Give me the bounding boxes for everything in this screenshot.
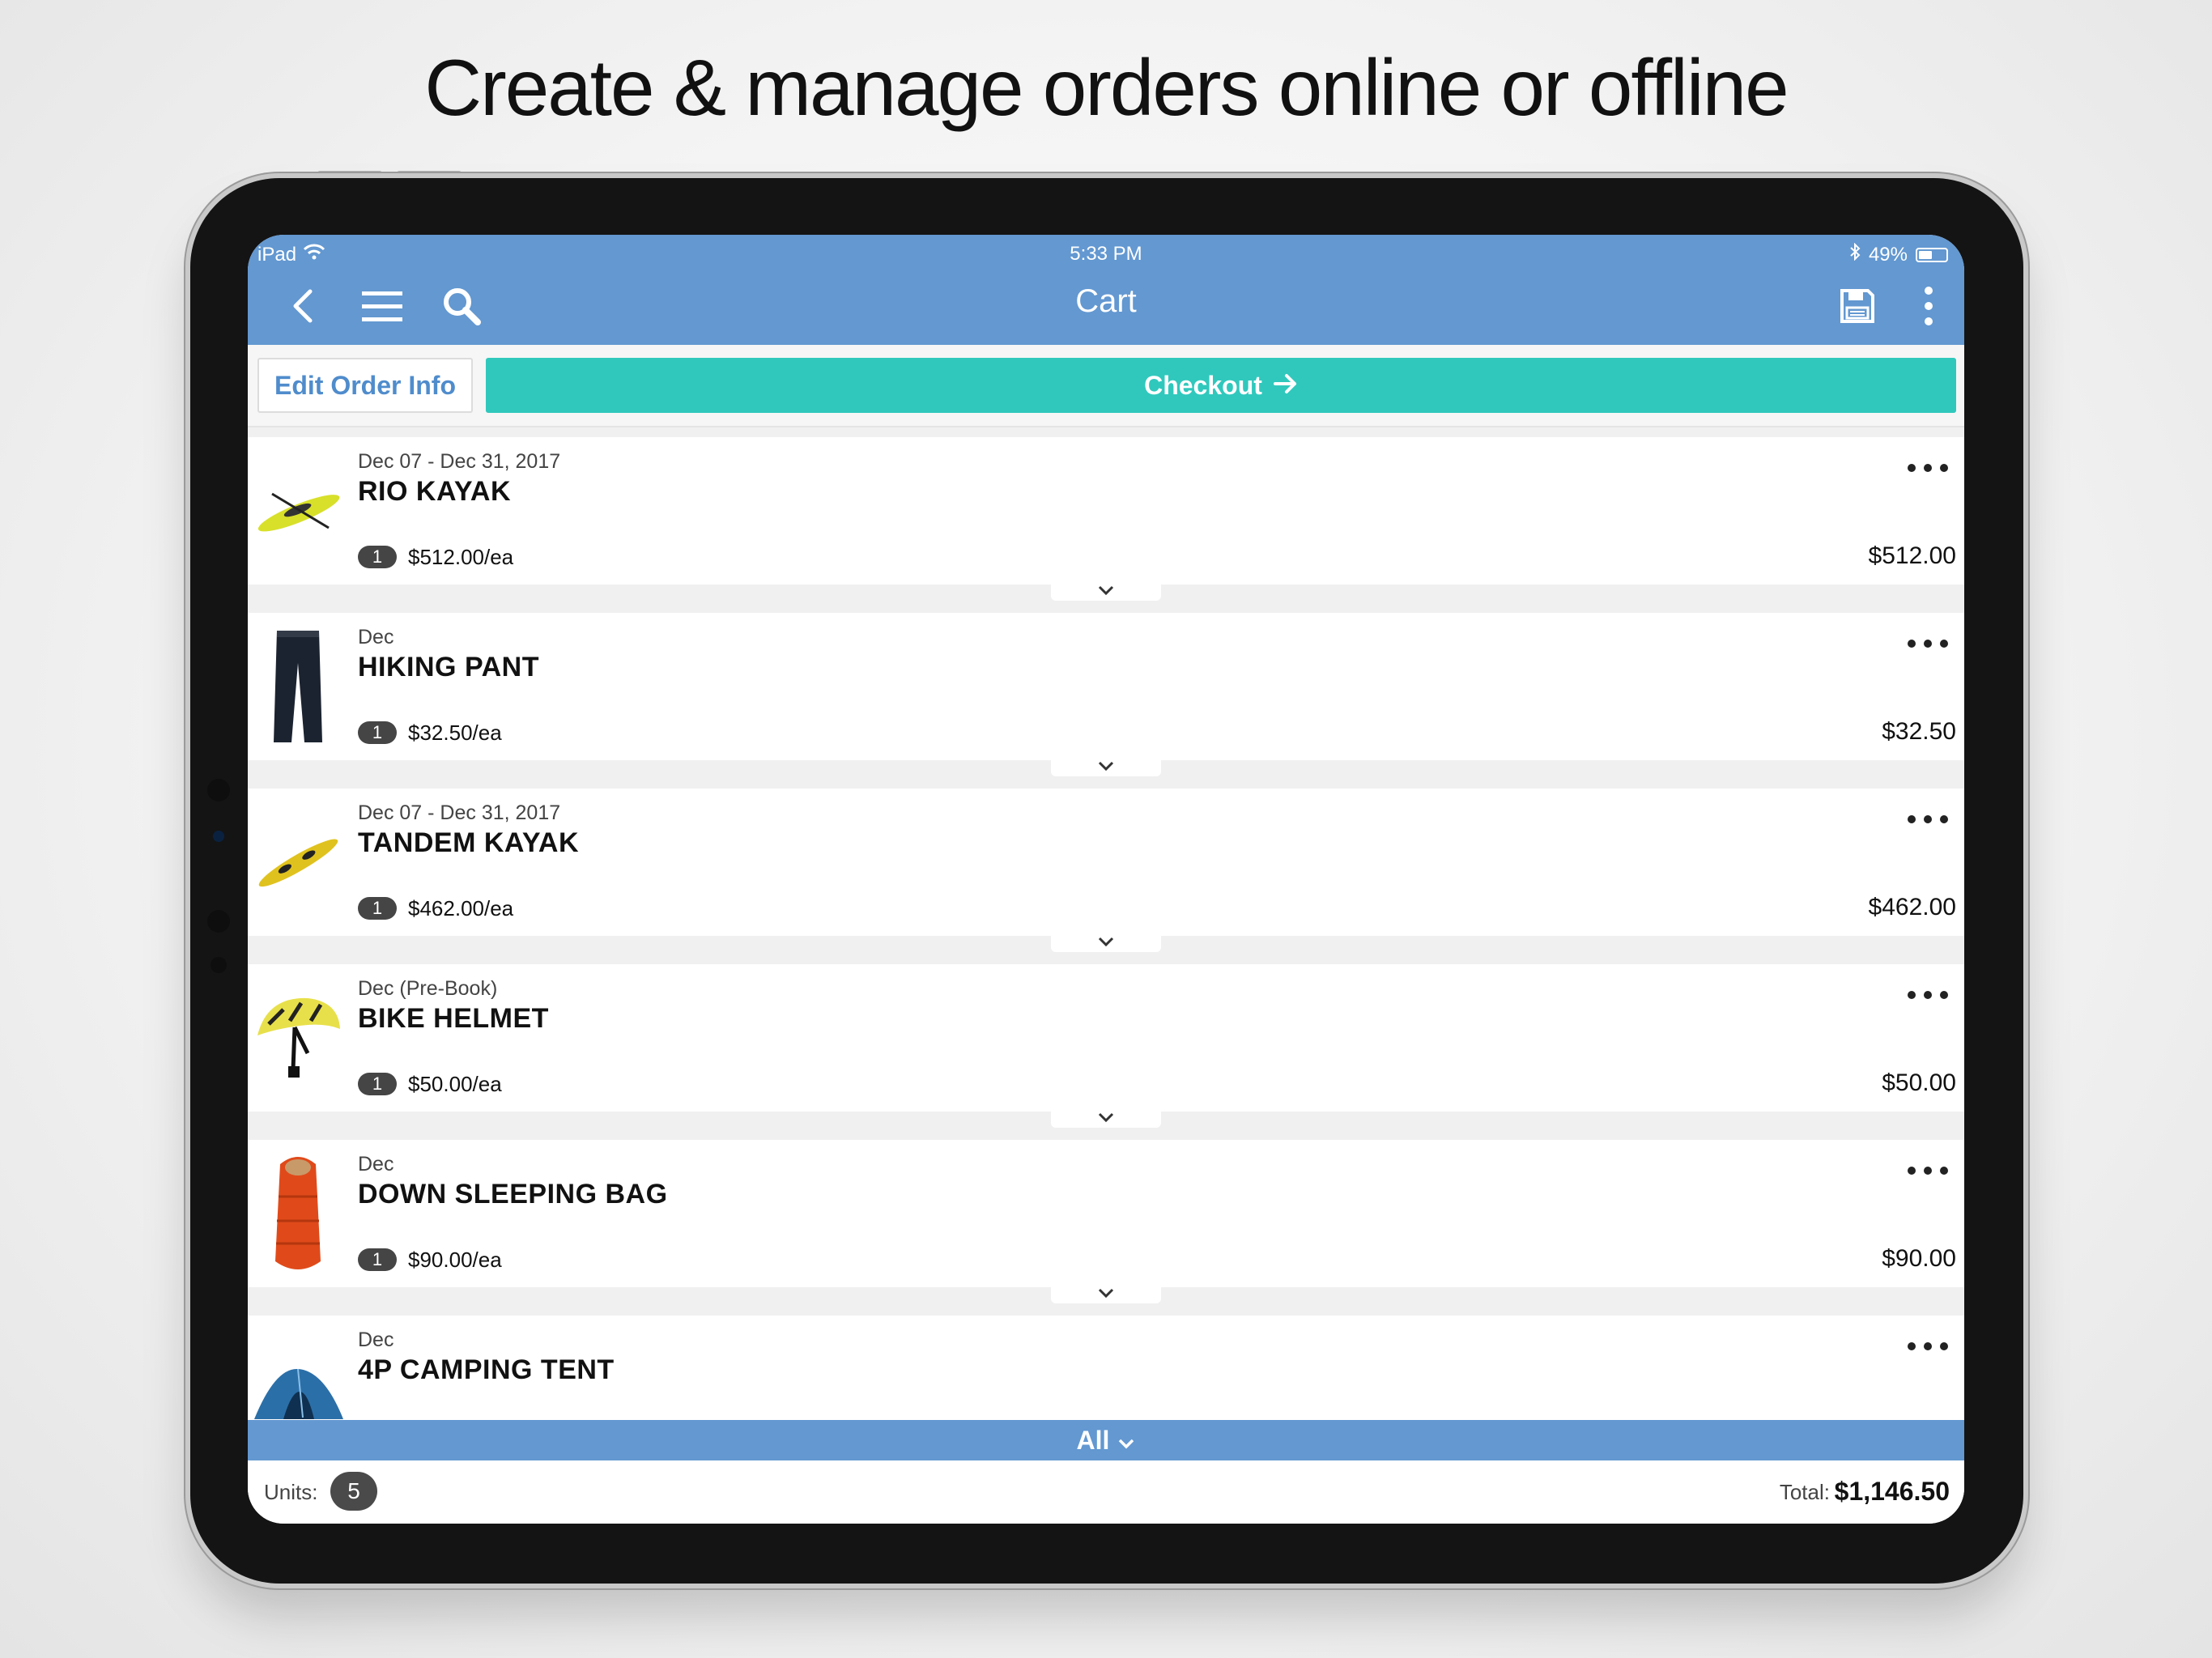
unit-price: $50.00/ea: [408, 1072, 502, 1096]
filter-dropdown[interactable]: All: [248, 1420, 1964, 1460]
expand-button[interactable]: [1051, 583, 1161, 601]
dark-pants-image: [251, 621, 345, 752]
unit-price: $462.00/ea: [408, 896, 514, 920]
checkout-button[interactable]: Checkout: [486, 358, 1956, 413]
tandem-kayak-image: [251, 797, 345, 928]
unit-price: $90.00/ea: [408, 1248, 502, 1272]
item-name: DOWN SLEEPING BAG: [358, 1179, 668, 1209]
chevron-down-icon: [1097, 1287, 1115, 1303]
item-date: Dec 07 - Dec 31, 2017: [358, 450, 561, 473]
item-date: Dec: [358, 626, 394, 648]
item-date: Dec (Pre-Book): [358, 977, 498, 1000]
line-total: $50.00: [1882, 1069, 1956, 1096]
chevron-down-icon: [1097, 760, 1115, 776]
arrow-right-icon: [1273, 371, 1298, 401]
cart-item[interactable]: Dec 4P CAMPING TENT: [248, 1316, 1964, 1420]
device-button-top-2: [397, 171, 462, 176]
more-horizontal-icon[interactable]: [1908, 1340, 1948, 1353]
status-right: 49%: [1849, 242, 1948, 266]
checkout-label: Checkout: [1144, 370, 1262, 400]
device-button-side: [185, 257, 189, 335]
unit-price: $512.00/ea: [408, 545, 514, 569]
navigation-bar: iPad 5:33 PM 49% Cart: [248, 235, 1964, 345]
quantity-badge[interactable]: 1: [358, 1248, 397, 1271]
bike-helmet-image: [251, 972, 345, 1103]
item-name: 4P CAMPING TENT: [358, 1354, 615, 1385]
action-row: Edit Order Info Checkout: [248, 345, 1964, 427]
camera-dot-4: [211, 957, 227, 973]
camera-dot-3: [207, 910, 230, 933]
total-label: Total:: [1779, 1480, 1830, 1504]
app-screen: iPad 5:33 PM 49% Cart Edit Order Info Ch…: [248, 235, 1964, 1524]
more-horizontal-icon[interactable]: [1908, 988, 1948, 1001]
chevron-down-icon: [1097, 585, 1115, 600]
unit-price: $32.50/ea: [408, 721, 502, 745]
headline: Create & manage orders online or offline: [424, 43, 1789, 132]
line-total: $512.00: [1868, 542, 1956, 569]
cart-item[interactable]: Dec 07 - Dec 31, 2017 TANDEM KAYAK 1 $46…: [248, 789, 1964, 952]
cart-footer: Units: 5 Total: $1,146.50: [248, 1460, 1964, 1524]
page-title: Cart: [1075, 283, 1137, 319]
more-vertical-icon[interactable]: [1904, 282, 1953, 330]
edit-order-info-button[interactable]: Edit Order Info: [257, 358, 473, 413]
device-button-top-1: [317, 171, 382, 176]
cart-item[interactable]: Dec (Pre-Book) BIKE HELMET 1 $50.00/ea $…: [248, 964, 1964, 1128]
more-horizontal-icon[interactable]: [1908, 813, 1948, 826]
quantity-badge[interactable]: 1: [358, 546, 397, 568]
units-label: Units:: [264, 1480, 318, 1504]
cart-item[interactable]: Dec 07 - Dec 31, 2017 RIO KAYAK 1 $512.0…: [248, 437, 1964, 601]
total-value: $1,146.50: [1834, 1477, 1950, 1506]
camera-dot-1: [207, 779, 230, 801]
sleeping-bag-image: [251, 1148, 345, 1279]
quantity-badge[interactable]: 1: [358, 897, 397, 920]
cart-item[interactable]: Dec HIKING PANT 1 $32.50/ea $32.50: [248, 613, 1964, 776]
chevron-down-icon: [1097, 936, 1115, 951]
save-icon[interactable]: [1833, 282, 1882, 330]
more-horizontal-icon[interactable]: [1908, 637, 1948, 650]
expand-button[interactable]: [1051, 1110, 1161, 1128]
line-total: $90.00: [1882, 1245, 1956, 1272]
filter-label: All: [1076, 1425, 1110, 1455]
chevron-down-icon: [1097, 1112, 1115, 1127]
camera-dot-2: [213, 831, 224, 842]
more-horizontal-icon[interactable]: [1908, 1164, 1948, 1177]
item-name: BIKE HELMET: [358, 1003, 549, 1034]
line-total: $32.50: [1882, 718, 1956, 745]
item-date: Dec: [358, 1153, 394, 1175]
chevron-down-icon: [1117, 1426, 1135, 1456]
item-name: TANDEM KAYAK: [358, 827, 580, 858]
battery-percent: 49%: [1868, 243, 1908, 266]
line-total: $462.00: [1868, 894, 1956, 920]
item-name: RIO KAYAK: [358, 476, 512, 507]
cart-item[interactable]: Dec DOWN SLEEPING BAG 1 $90.00/ea $90.00: [248, 1140, 1964, 1303]
expand-button[interactable]: [1051, 759, 1161, 776]
units-count-badge: 5: [330, 1472, 377, 1511]
expand-button[interactable]: [1051, 934, 1161, 952]
quantity-badge[interactable]: 1: [358, 721, 397, 744]
expand-button[interactable]: [1051, 1286, 1161, 1303]
yellow-kayak-image: [251, 445, 345, 576]
status-time: 5:33 PM: [1070, 243, 1142, 265]
camping-tent-image: [251, 1324, 345, 1420]
battery-icon: [1916, 247, 1948, 262]
more-horizontal-icon[interactable]: [1908, 461, 1948, 474]
item-name: HIKING PANT: [358, 652, 539, 682]
bluetooth-icon: [1849, 242, 1861, 266]
quantity-badge[interactable]: 1: [358, 1073, 397, 1095]
item-date: Dec: [358, 1329, 394, 1351]
item-date: Dec 07 - Dec 31, 2017: [358, 801, 561, 824]
